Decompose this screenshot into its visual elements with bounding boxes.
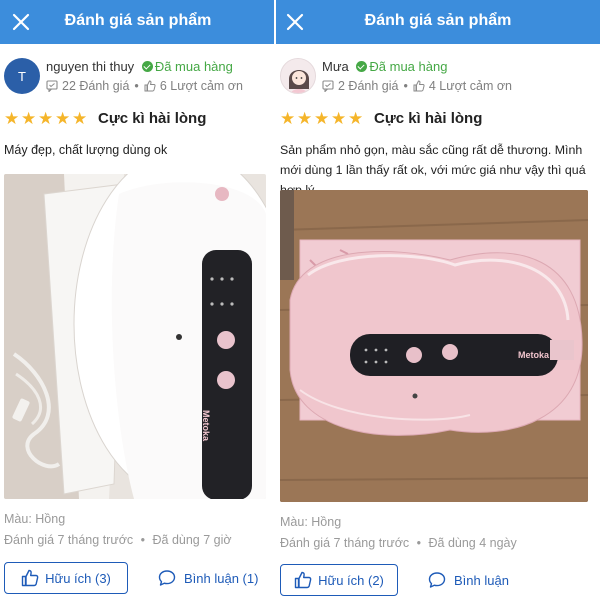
helpful-button[interactable]: Hữu ích (2) xyxy=(280,564,398,596)
usage-duration: Đã dùng 7 giờ xyxy=(152,533,232,547)
separator-dot: • xyxy=(134,79,139,93)
reviewer-stats: 2 Đánh giá • 4 Lượt cảm ơn xyxy=(322,79,512,93)
star-rating: ★ ★ ★ ★ ★ xyxy=(280,108,364,128)
reviewer-name[interactable]: nguyen thi thuy xyxy=(46,59,134,74)
device-brand-label: Metoka xyxy=(518,350,550,360)
thanks-count: 4 Lượt cảm ơn xyxy=(428,79,512,93)
reviewer-stats: 22 Đánh giá • 6 Lượt cảm ơn xyxy=(46,79,243,93)
review-count-icon xyxy=(322,80,334,92)
review-count-icon xyxy=(46,80,58,92)
star-icon: ★ xyxy=(331,108,347,128)
star-icon: ★ xyxy=(280,108,296,128)
verified-badge: Đã mua hàng xyxy=(356,59,447,74)
thumbs-up-icon xyxy=(144,80,156,92)
star-icon: ★ xyxy=(55,108,71,128)
thumbs-up-icon xyxy=(413,80,425,92)
separator-dot: • xyxy=(140,533,146,547)
device-brand-label: Metoka xyxy=(201,410,211,442)
rating-row: ★ ★ ★ ★ ★ Cực kì hài lòng xyxy=(4,108,207,128)
review-panel-right: Đánh giá sản phẩm Mưa Đã mua hàng 2 Đánh… xyxy=(276,0,600,600)
name-row: Mưa Đã mua hàng xyxy=(322,59,447,74)
review-count: 22 Đánh giá xyxy=(62,79,130,93)
rating-label: Cực kì hài lòng xyxy=(98,110,207,127)
header-bar: Đánh giá sản phẩm xyxy=(276,0,600,44)
reviewer-name[interactable]: Mưa xyxy=(322,59,349,74)
product-color: Màu: Hồng xyxy=(4,512,66,526)
star-icon: ★ xyxy=(348,108,364,128)
separator-dot: • xyxy=(416,536,422,550)
review-comment: Máy đẹp, chất lượng dùng ok xyxy=(4,143,168,157)
thumbs-up-icon xyxy=(294,571,312,589)
comment-button-label: Bình luận (1) xyxy=(184,570,259,586)
thumbs-up-icon xyxy=(21,569,39,587)
page-title: Đánh giá sản phẩm xyxy=(64,12,212,29)
review-photo[interactable]: Metoka xyxy=(280,190,588,502)
header-bar: Đánh giá sản phẩm xyxy=(0,0,276,44)
thanks-count: 6 Lượt cảm ơn xyxy=(159,79,243,93)
avatar[interactable] xyxy=(280,58,316,94)
star-icon: ★ xyxy=(72,108,88,128)
verified-badge: Đã mua hàng xyxy=(141,59,233,74)
review-time-label: Đánh giá 7 tháng trước xyxy=(280,536,410,550)
review-photo[interactable]: Metoka xyxy=(4,174,266,499)
star-rating: ★ ★ ★ ★ ★ xyxy=(4,108,88,128)
avatar-image xyxy=(281,59,315,93)
chat-bubble-icon xyxy=(158,570,176,586)
check-circle-icon xyxy=(141,61,153,72)
rating-label: Cực kì hài lòng xyxy=(374,110,483,127)
review-time: Đánh giá 7 tháng trước • Đã dùng 4 ngày xyxy=(280,536,517,550)
star-icon: ★ xyxy=(4,108,20,128)
verified-label: Đã mua hàng xyxy=(369,59,448,74)
check-circle-icon xyxy=(356,61,368,72)
chat-bubble-icon xyxy=(428,572,446,588)
usage-duration: Đã dùng 4 ngày xyxy=(428,536,517,550)
comment-button[interactable]: Bình luận (1) xyxy=(158,562,258,594)
separator-dot: • xyxy=(403,79,408,93)
page-title: Đánh giá sản phẩm xyxy=(364,12,512,29)
star-icon: ★ xyxy=(297,108,313,128)
avatar[interactable]: T xyxy=(4,58,40,94)
review-time: Đánh giá 7 tháng trước • Đã dùng 7 giờ xyxy=(4,533,232,547)
review-panel-left: Đánh giá sản phẩm T nguyen thi thuy Đã m… xyxy=(0,0,276,600)
comment-button-label: Bình luận xyxy=(454,572,509,588)
product-photo-image xyxy=(280,190,588,502)
product-photo-image xyxy=(4,174,266,499)
review-time-label: Đánh giá 7 tháng trước xyxy=(4,533,134,547)
verified-label: Đã mua hàng xyxy=(154,59,233,74)
star-icon: ★ xyxy=(314,108,330,128)
review-count: 2 Đánh giá xyxy=(338,79,399,93)
rating-row: ★ ★ ★ ★ ★ Cực kì hài lòng xyxy=(280,108,483,128)
helpful-button-label: Hữu ích (2) xyxy=(318,572,384,588)
star-icon: ★ xyxy=(38,108,54,128)
helpful-button-label: Hữu ích (3) xyxy=(45,570,111,586)
product-color: Màu: Hồng xyxy=(280,515,342,529)
comment-button[interactable]: Bình luận xyxy=(428,564,509,596)
helpful-button[interactable]: Hữu ích (3) xyxy=(4,562,128,594)
star-icon: ★ xyxy=(21,108,37,128)
name-row: nguyen thi thuy Đã mua hàng xyxy=(46,59,233,74)
